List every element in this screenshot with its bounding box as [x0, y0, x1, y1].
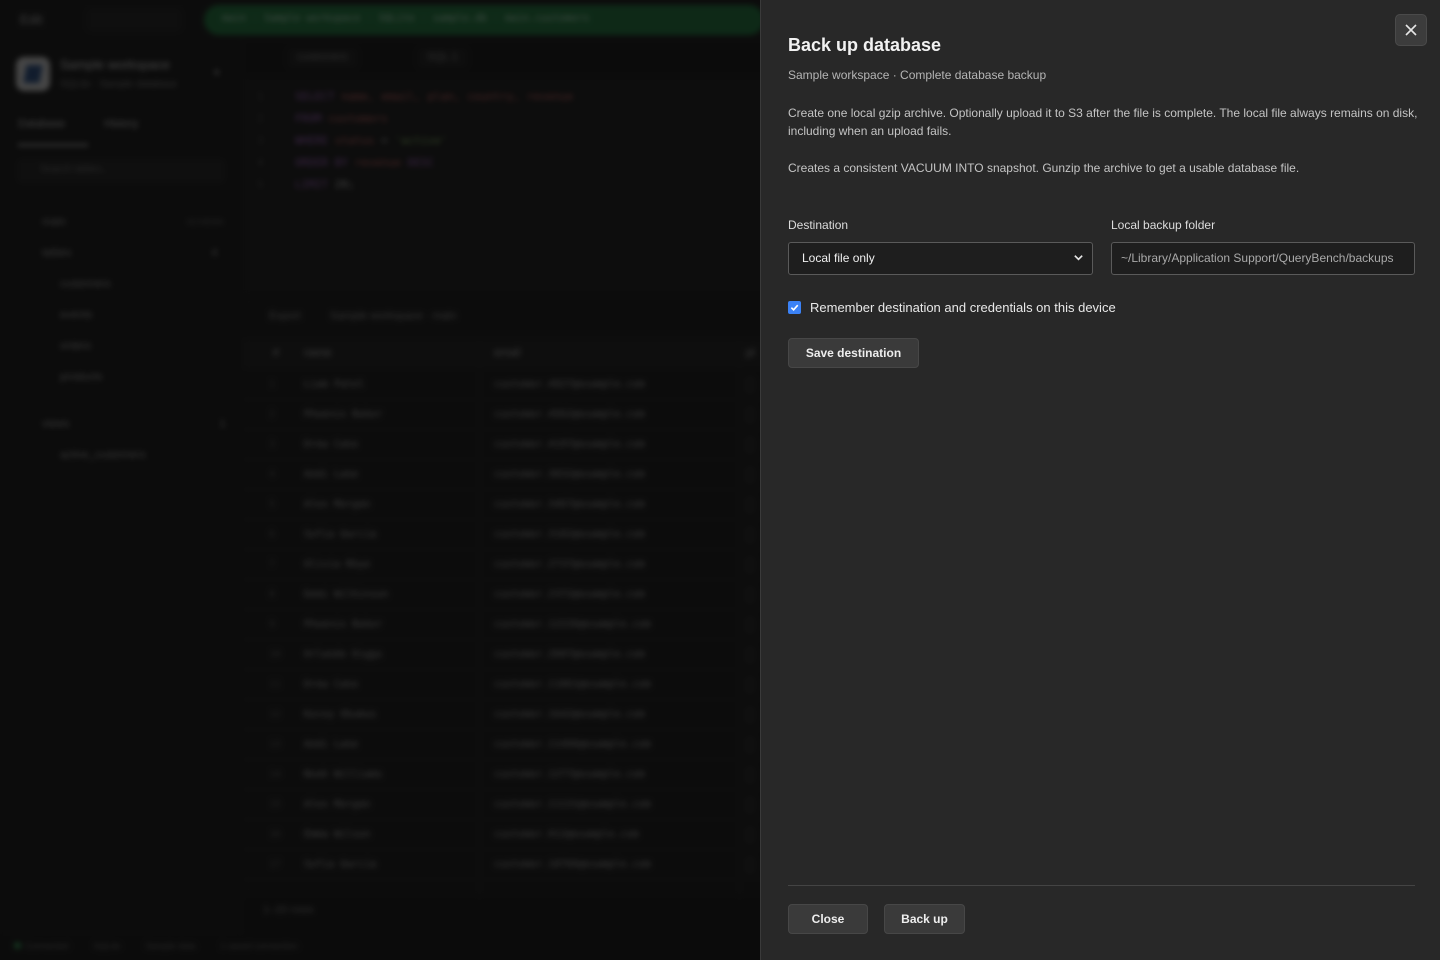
destination-value: Local file only	[802, 251, 875, 265]
modal-scrim[interactable]	[0, 0, 760, 960]
destination-select[interactable]: Local file only	[788, 242, 1093, 275]
close-icon	[1405, 24, 1417, 36]
backup-dialog: Back up database Sample workspace · Comp…	[760, 0, 1440, 960]
destination-label: Destination	[788, 218, 849, 232]
chevron-down-icon	[1074, 255, 1083, 261]
save-destination-button[interactable]: Save destination	[788, 338, 919, 368]
dialog-subtitle: Sample workspace · Complete database bac…	[788, 68, 1047, 82]
dialog-title: Back up database	[788, 35, 942, 55]
remember-label[interactable]: Remember destination and credentials on …	[810, 300, 1116, 315]
remember-checkbox[interactable]	[788, 301, 801, 314]
back-up-button[interactable]: Back up	[884, 904, 965, 934]
folder-label: Local backup folder	[1111, 218, 1216, 232]
dialog-snapshot-note: Creates a consistent VACUUM INTO snapsho…	[788, 161, 1300, 175]
close-button[interactable]: Close	[788, 904, 868, 934]
dialog-description: Create one local gzip archive. Optionall…	[788, 106, 1418, 138]
close-dialog-button[interactable]	[1395, 14, 1427, 46]
footer-divider	[788, 885, 1415, 886]
check-icon	[790, 304, 799, 312]
backup-folder-input[interactable]: ~/Library/Application Support/QueryBench…	[1111, 242, 1415, 275]
